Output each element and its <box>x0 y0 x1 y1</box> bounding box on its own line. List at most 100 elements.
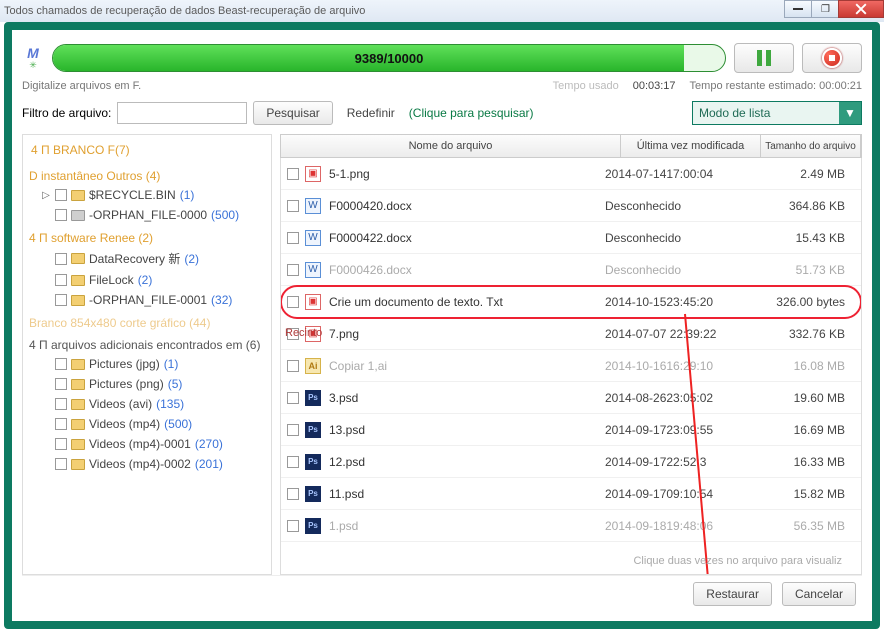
file-name: 7.png <box>329 327 605 341</box>
file-modified: 2014-09-1722:52:3 <box>605 455 755 469</box>
tree-item[interactable]: -ORPHAN_FILE-0001 (32) <box>41 290 267 310</box>
file-checkbox[interactable] <box>287 424 299 436</box>
tree-checkbox[interactable] <box>55 398 67 410</box>
column-filename[interactable]: Nome do arquivo <box>281 135 621 157</box>
file-modified: 2014-07-1417:00:04 <box>605 167 755 181</box>
file-filter-input[interactable] <box>117 102 247 124</box>
file-checkbox[interactable] <box>287 360 299 372</box>
column-modified[interactable]: Última vez modificada <box>621 135 761 157</box>
tree-checkbox[interactable] <box>55 418 67 430</box>
file-name: F0000426.docx <box>329 263 605 277</box>
file-row[interactable]: AiCopiar 1,ai2014-10-1616:29:1016.08 MB <box>281 350 861 382</box>
file-row[interactable]: ▣5-1.png2014-07-1417:00:042.49 MB <box>281 158 861 190</box>
file-checkbox[interactable] <box>287 168 299 180</box>
app-logo: M✳ <box>22 44 44 72</box>
tree-item[interactable]: Pictures (jpg) (1) <box>41 354 267 374</box>
chevron-down-icon: ▼ <box>839 102 861 124</box>
tree-checkbox[interactable] <box>55 458 67 470</box>
file-checkbox[interactable] <box>287 264 299 276</box>
file-name: 3.psd <box>329 391 605 405</box>
view-mode-dropdown[interactable]: Modo de lista ▼ <box>692 101 862 125</box>
pause-button[interactable] <box>734 43 794 73</box>
file-modified: 2014-09-1723:09:55 <box>605 423 755 437</box>
file-checkbox[interactable] <box>287 392 299 404</box>
close-button[interactable] <box>838 0 884 18</box>
column-headers: Nome do arquivo Última vez modificada Ta… <box>280 134 862 158</box>
column-size[interactable]: Tamanho do arquivo <box>761 135 861 157</box>
tree-item[interactable]: ▷ $RECYCLE.BIN (1) <box>41 185 267 205</box>
tree-item[interactable]: Videos (mp4)-0001 (270) <box>41 434 267 454</box>
file-row[interactable]: Ps3.psd2014-08-2623:05:0219.60 MB <box>281 382 861 414</box>
tree-item-label: Videos (avi) (135) <box>89 397 184 411</box>
tree-checkbox[interactable] <box>55 378 67 390</box>
tree-item[interactable]: Videos (avi) (135) <box>41 394 267 414</box>
tree-item[interactable]: Videos (mp4)-0002 (201) <box>41 454 267 474</box>
file-row[interactable]: Ps11.psd2014-09-1709:10:5415.82 MB <box>281 478 861 510</box>
tree-item[interactable]: Videos (mp4) (500) <box>41 414 267 434</box>
scan-location-label: Digitalize arquivos em F. <box>22 80 141 92</box>
file-checkbox[interactable] <box>287 296 299 308</box>
file-checkbox[interactable] <box>287 488 299 500</box>
close-icon <box>855 3 867 15</box>
tree-checkbox[interactable] <box>55 189 67 201</box>
folder-tree: 4 Π BRANCO F(7)D instantâneo Outros (4)▷… <box>23 135 271 480</box>
file-row[interactable]: WF0000420.docxDesconhecido364.86 KB <box>281 190 861 222</box>
file-row[interactable]: Ps1.psd2014-09-1819:48:0656.35 MB <box>281 510 861 542</box>
tree-checkbox[interactable] <box>55 209 67 221</box>
app-window: Todos chamados de recuperação de dados B… <box>0 0 884 633</box>
folder-icon <box>71 419 85 430</box>
folder-icon <box>71 359 85 370</box>
file-row[interactable]: ▣Crie um documento de texto. Txt2014-10-… <box>281 286 861 318</box>
file-name: 1.psd <box>329 519 605 533</box>
file-checkbox[interactable] <box>287 456 299 468</box>
file-list[interactable]: ▣5-1.png2014-07-1417:00:042.49 MBWF00004… <box>280 158 862 575</box>
tree-checkbox[interactable] <box>55 438 67 450</box>
expand-icon[interactable]: ▷ <box>41 190 51 201</box>
progress-text: 9389/10000 <box>53 45 725 71</box>
file-size: 16.69 MB <box>755 423 855 437</box>
tree-item[interactable]: FileLock (2) <box>41 270 267 290</box>
time-used-label: Tempo usado <box>553 80 619 92</box>
tree-item[interactable]: -ORPHAN_FILE-0000 (500) <box>41 205 267 225</box>
file-row[interactable]: ▣Recinto7.png2014-07-07 22:39:22332.76 K… <box>281 318 861 350</box>
file-row[interactable]: Ps13.psd2014-09-1723:09:5516.69 MB <box>281 414 861 446</box>
tree-item-label: Videos (mp4) (500) <box>89 417 192 431</box>
tree-checkbox[interactable] <box>55 274 67 286</box>
file-checkbox[interactable] <box>287 200 299 212</box>
file-row[interactable]: WF0000426.docxDesconhecido51.73 KB <box>281 254 861 286</box>
tree-item[interactable]: Pictures (png) (5) <box>41 374 267 394</box>
reset-link[interactable]: Redefinir <box>339 106 403 120</box>
file-size: 15.82 MB <box>755 487 855 501</box>
minimize-button[interactable] <box>784 0 812 18</box>
folder-tree-panel[interactable]: 4 Π BRANCO F(7)D instantâneo Outros (4)▷… <box>22 134 272 575</box>
tree-section[interactable]: D instantâneo Outros (4) <box>27 163 267 185</box>
tree-item-label: -ORPHAN_FILE-0001 (32) <box>89 293 232 307</box>
file-size: 15.43 KB <box>755 231 855 245</box>
filter-label: Filtro de arquivo: <box>22 106 111 120</box>
file-row[interactable]: WF0000422.docxDesconhecido15.43 KB <box>281 222 861 254</box>
search-button[interactable]: Pesquisar <box>253 101 332 125</box>
tree-section[interactable]: Branco 854x480 corte gráfico (44) <box>27 310 267 332</box>
file-name: 11.psd <box>329 487 605 501</box>
file-type-icon: Ai <box>305 358 321 374</box>
file-size: 326.00 bytes <box>755 295 855 309</box>
restore-button[interactable]: Restaurar <box>693 582 772 606</box>
folder-icon <box>71 275 85 286</box>
tree-item[interactable]: DataRecovery 新 (2) <box>41 247 267 270</box>
cancel-button[interactable]: Cancelar <box>782 582 856 606</box>
maximize-button[interactable]: ❐ <box>811 0 839 18</box>
stop-button[interactable] <box>802 43 862 73</box>
tree-root-label: 4 Π BRANCO F(7) <box>27 141 267 163</box>
file-row[interactable]: Ps12.psd2014-09-1722:52:316.33 MB <box>281 446 861 478</box>
tree-checkbox[interactable] <box>55 294 67 306</box>
inner-layout: M✳ 9389/10000 Digitalize arquivos em F. … <box>22 40 862 611</box>
tree-section[interactable]: 4 Π arquivos adicionais encontrados em (… <box>27 332 267 354</box>
tree-item-label: $RECYCLE.BIN (1) <box>89 188 194 202</box>
file-checkbox[interactable] <box>287 232 299 244</box>
tree-checkbox[interactable] <box>55 253 67 265</box>
tree-checkbox[interactable] <box>55 358 67 370</box>
file-type-icon: Ps <box>305 486 321 502</box>
tree-item-label: FileLock (2) <box>89 273 152 287</box>
file-checkbox[interactable] <box>287 520 299 532</box>
tree-section[interactable]: 4 Π software Renee (2) <box>27 225 267 247</box>
